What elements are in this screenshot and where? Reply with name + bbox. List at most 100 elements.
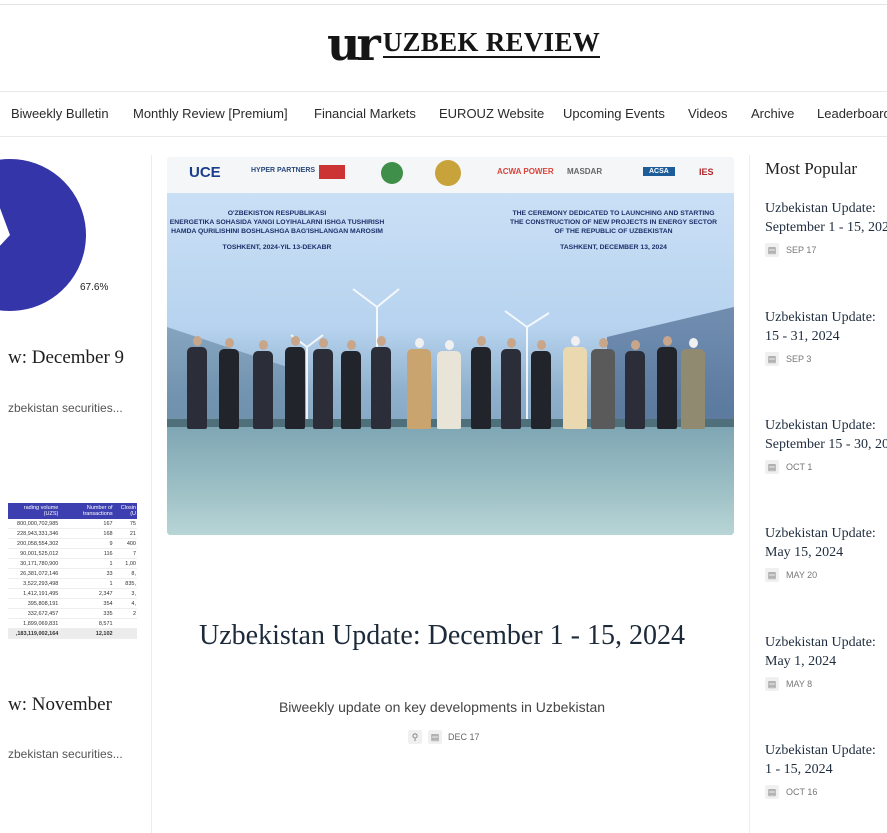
popular-item-title[interactable]: Uzbekistan Update: September 15 - 30, 20… <box>765 416 887 454</box>
pie-chart-image[interactable] <box>0 155 90 325</box>
popular-item-title[interactable]: Uzbekistan Update: May 1, 2024 <box>765 633 887 671</box>
securities-table-image[interactable]: rading volume (UZS) Number of transactio… <box>8 503 137 639</box>
table-cell: 30,171,780,900 <box>8 558 60 569</box>
popular-item[interactable]: Uzbekistan Update: September 1 - 15, 202… <box>765 199 887 257</box>
participant-figure <box>253 340 273 429</box>
table-cell: 800,000,702,985 <box>8 519 60 529</box>
participant-head <box>506 338 516 348</box>
participant-figure <box>313 338 333 429</box>
cn-company-logo <box>319 165 345 179</box>
table-header: Closin (U <box>113 503 137 519</box>
popular-item[interactable]: Uzbekistan Update: 1 - 15, 2024 ▤ OCT 16 <box>765 741 887 799</box>
most-popular-heading: Most Popular <box>765 159 858 178</box>
nav-eurouz-website[interactable]: EUROUZ Website <box>439 106 544 121</box>
logo-mark: ur <box>327 17 381 71</box>
participant-head <box>224 338 234 348</box>
popular-item-date: MAY 8 <box>786 679 813 689</box>
nav-biweekly-bulletin[interactable]: Biweekly Bulletin <box>11 106 109 121</box>
table-cell: 8,571 <box>59 618 114 629</box>
table-cell: 8, <box>113 568 137 579</box>
featured-article-title[interactable]: Uzbekistan Update: December 1 - 15, 2024 <box>168 617 716 654</box>
table-cell: 400 <box>113 538 137 549</box>
table-cell: ,183,119,002,164 <box>8 628 60 639</box>
left-column: 67.6% w: December 9 zbekistan securities… <box>0 137 151 833</box>
table-row: ,183,119,002,164 12,102 <box>8 628 137 639</box>
table-cell: 335 <box>59 608 114 619</box>
popular-item[interactable]: Uzbekistan Update: 15 - 31, 2024 ▤ SEP 3 <box>765 308 887 366</box>
nav-videos[interactable]: Videos <box>688 106 728 121</box>
participant-figure <box>285 336 305 429</box>
participant-figure <box>625 340 645 429</box>
pie-percent-label: 67.6% <box>80 282 109 293</box>
table-cell: 228,943,331,346 <box>8 528 60 539</box>
lock-icon: ▤ <box>765 785 779 799</box>
table-cell: 21 <box>113 528 137 539</box>
participant-figure <box>371 336 391 429</box>
participant-figure <box>591 338 615 429</box>
hero-sponsor-logos: UCE HYPER PARTNERS ACWA POWER MASDAR ACS… <box>167 160 734 189</box>
lock-icon: ▤ <box>765 352 779 366</box>
nav-archive[interactable]: Archive <box>751 106 794 121</box>
participant-figure <box>219 338 239 429</box>
table-row: 800,000,702,985 167 75 <box>8 519 137 529</box>
participant-figure <box>657 336 677 429</box>
participant-head <box>630 340 640 350</box>
participant-head <box>318 338 328 348</box>
table-cell <box>113 628 137 639</box>
hero-banner-text-en: THE CEREMONY DEDICATED TO LAUNCHING AND … <box>509 210 718 235</box>
popular-item-title[interactable]: Uzbekistan Update: 1 - 15, 2024 <box>765 741 887 779</box>
table-cell: 9 <box>59 538 114 549</box>
table-header: Number of transactions <box>59 503 114 519</box>
participant-figure <box>563 336 587 429</box>
table-cell: 2,347 <box>59 588 114 599</box>
table-header: rading volume (UZS) <box>8 503 60 519</box>
top-divider <box>0 4 887 5</box>
table-cell: 3, <box>113 588 137 599</box>
participant-head <box>376 336 386 346</box>
popular-item-title[interactable]: Uzbekistan Update: 15 - 31, 2024 <box>765 308 887 346</box>
column-divider-right <box>749 155 750 833</box>
left-card-excerpt-1: zbekistan securities... <box>8 401 123 415</box>
logo-text: UZBEK REVIEW <box>382 27 601 58</box>
table-row: 200,058,554,302 9 400 <box>8 538 137 549</box>
nav-upcoming-events[interactable]: Upcoming Events <box>563 106 665 121</box>
lock-icon: ▤ <box>765 243 779 257</box>
participant-head <box>414 338 424 348</box>
participant-head <box>536 340 546 350</box>
table-cell: 3,522,293,498 <box>8 578 60 589</box>
table-cell: 4, <box>113 598 137 609</box>
acsa-logo: ACSA <box>643 167 675 176</box>
nav-divider-top <box>0 91 887 92</box>
participant-figure <box>531 340 551 429</box>
left-card-title-1[interactable]: w: December 9 <box>8 347 124 369</box>
popular-item-title[interactable]: Uzbekistan Update: May 15, 2024 <box>765 524 887 562</box>
lock-icon: ▤ <box>765 460 779 474</box>
nav-leaderboard[interactable]: Leaderboard <box>817 106 887 121</box>
acwa-power-logo: ACWA POWER <box>497 167 554 176</box>
participant-head <box>258 340 268 350</box>
table-cell: 1 <box>59 578 114 589</box>
popular-item[interactable]: Uzbekistan Update: May 15, 2024 ▤ MAY 20 <box>765 524 887 582</box>
table-row: 90,001,525,012 116 7 <box>8 548 137 559</box>
table-row: 30,171,780,900 1 1,00 <box>8 558 137 569</box>
featured-article-meta: ⚲ ▤ DEC 17 <box>408 730 480 744</box>
participant-head <box>444 340 454 350</box>
site-logo[interactable]: ur UZBEK REVIEW <box>327 17 601 71</box>
table-cell: 116 <box>59 548 114 559</box>
table-cell: 75 <box>113 519 137 529</box>
lock-icon: ▤ <box>428 730 442 744</box>
nav-monthly-review[interactable]: Monthly Review [Premium] <box>133 106 288 121</box>
table-cell: 354 <box>59 598 114 609</box>
table-cell: 12,102 <box>59 628 114 639</box>
table-cell: 200,058,554,302 <box>8 538 60 549</box>
popular-item-title[interactable]: Uzbekistan Update: September 1 - 15, 202… <box>765 199 887 237</box>
featured-image[interactable]: UCE HYPER PARTNERS ACWA POWER MASDAR ACS… <box>167 157 734 535</box>
popular-item-date: OCT 16 <box>786 787 818 797</box>
ies-logo: IES <box>699 167 714 177</box>
participant-figure <box>471 336 491 429</box>
left-card-title-2[interactable]: w: November <box>8 694 112 716</box>
hyper-partners-logo: HYPER PARTNERS <box>251 167 316 174</box>
nav-financial-markets[interactable]: Financial Markets <box>314 106 416 121</box>
popular-item[interactable]: Uzbekistan Update: May 1, 2024 ▤ MAY 8 <box>765 633 887 691</box>
popular-item[interactable]: Uzbekistan Update: September 15 - 30, 20… <box>765 416 887 474</box>
